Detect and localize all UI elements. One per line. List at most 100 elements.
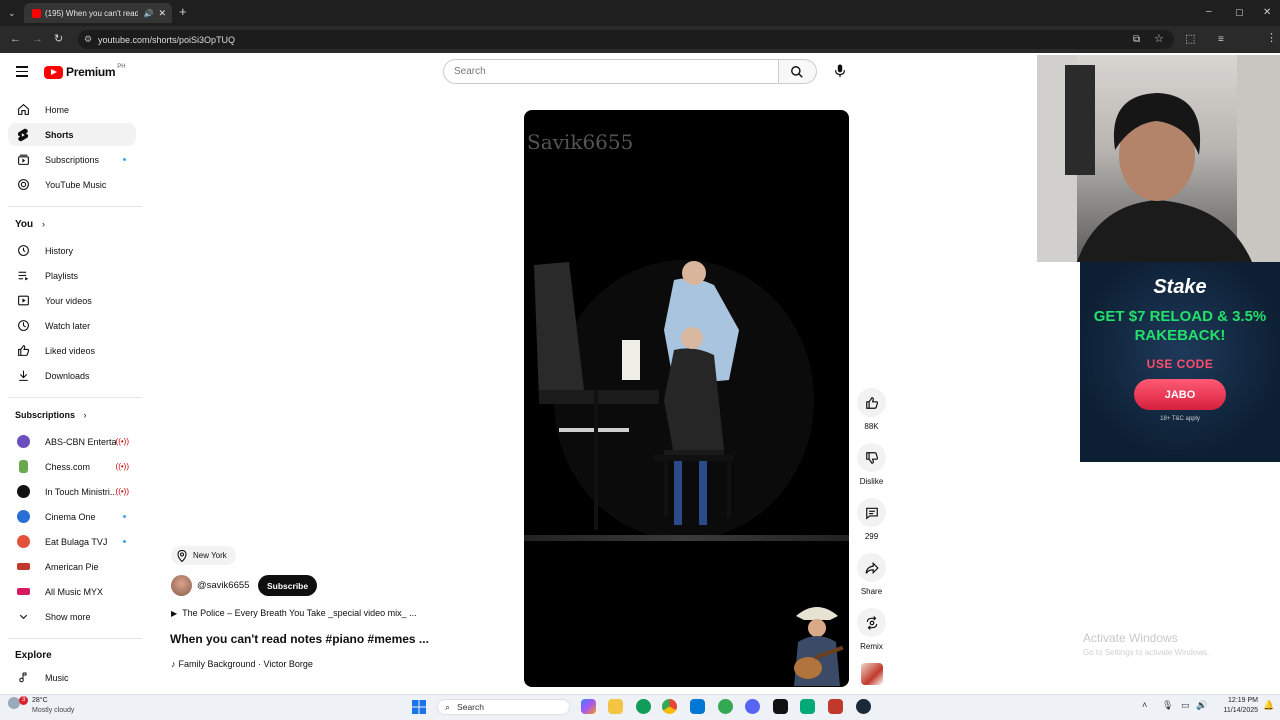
location-label: New York	[193, 551, 227, 560]
share-button[interactable]	[857, 553, 886, 582]
app-icon[interactable]	[800, 699, 815, 714]
extensions-icon[interactable]: ⬚	[1185, 34, 1195, 45]
clock-date[interactable]: 11/14/2025	[1212, 707, 1258, 714]
music-track-link[interactable]: ▶ The Police – Every Breath You Take _spe…	[171, 608, 417, 618]
close-tab-icon[interactable]: ✕	[158, 8, 166, 19]
sidebar-item-playlists[interactable]: Playlists	[8, 264, 136, 287]
bookmark-star-icon[interactable]: ☆	[1154, 34, 1164, 45]
remix-label: Remix	[860, 642, 883, 651]
sidebar-item-label: Home	[45, 104, 70, 115]
download-icon	[15, 369, 31, 382]
comments-action[interactable]: 299	[857, 498, 886, 541]
more-menu-icon[interactable]: ⋮	[1266, 33, 1277, 44]
hamburger-menu-icon[interactable]	[16, 66, 28, 80]
you-section-heading[interactable]: You ›	[15, 219, 45, 230]
volume-icon[interactable]: 🔊	[1196, 700, 1207, 711]
chrome-alt-icon[interactable]	[718, 699, 733, 714]
sidebar-item-music[interactable]: Music	[8, 666, 136, 689]
tab-search-icon[interactable]: ⌄	[8, 8, 16, 19]
channel-avatar	[16, 485, 30, 498]
taskbar-search-box[interactable]: ⌕ Search	[437, 699, 570, 715]
short-title[interactable]: When you can't read notes #piano #memes …	[170, 632, 429, 646]
video-overlay-cowboy-guitarist	[794, 607, 844, 686]
ad-code-button[interactable]: JABO	[1134, 379, 1226, 410]
dota-icon[interactable]	[828, 699, 843, 714]
close-window-icon[interactable]: ✕	[1263, 7, 1271, 18]
sidebar-subscription-item[interactable]: All Music MYX	[8, 580, 136, 603]
sidebar-item-shorts[interactable]: Shorts	[8, 123, 136, 146]
microphone-tray-icon[interactable]: 🎙	[1162, 700, 1173, 711]
forward-icon[interactable]: →	[32, 34, 43, 45]
search-icon: ⌕	[445, 701, 451, 712]
calculator-icon[interactable]	[690, 699, 705, 714]
new-content-dot	[123, 515, 126, 518]
search-input[interactable]: Search	[443, 59, 779, 84]
location-chip[interactable]: New York	[171, 546, 236, 565]
clock-time[interactable]: 12:19 PM	[1212, 697, 1258, 704]
youtube-premium-logo[interactable]: Premium PH	[44, 64, 126, 79]
chrome-profile-icon[interactable]	[662, 699, 677, 714]
channel-handle[interactable]: @savik6655	[197, 580, 249, 591]
sidebar-item-liked-videos[interactable]: Liked videos	[8, 339, 136, 362]
subscribe-button[interactable]: Subscribe	[258, 575, 318, 596]
stake-ad-banner[interactable]: Stake GET $7 RELOAD & 3.5% RAKEBACK! USE…	[1080, 262, 1280, 462]
sidebar-subscription-item[interactable]: American Pie	[8, 555, 136, 578]
sidebar-item-history[interactable]: History	[8, 239, 136, 262]
remix-action[interactable]: Remix	[857, 608, 886, 651]
share-action[interactable]: Share	[857, 553, 886, 596]
comments-button[interactable]	[857, 498, 886, 527]
like-action[interactable]: 88K	[857, 388, 886, 431]
chevron-right-icon: ›	[83, 410, 87, 420]
sidebar-subscription-item[interactable]: Eat Bulaga TVJ	[8, 530, 136, 553]
file-explorer-icon[interactable]	[608, 699, 623, 714]
speaker-icon[interactable]: 🔊	[143, 9, 153, 18]
show-more-button[interactable]: Show more	[8, 605, 136, 628]
new-tab-icon[interactable]: +	[179, 5, 187, 18]
remix-button[interactable]	[857, 608, 886, 637]
sidebar-subscription-item[interactable]: In Touch Ministri... ((•))	[8, 480, 136, 503]
sidebar-item-downloads[interactable]: Downloads	[8, 364, 136, 387]
browser-tab[interactable]: (195) When you can't read 🔊 ✕	[24, 3, 172, 23]
chevron-up-icon[interactable]: ˄	[1142, 700, 1147, 710]
sidebar-item-home[interactable]: Home	[8, 98, 136, 121]
install-app-icon[interactable]: ⧉	[1133, 34, 1140, 45]
url-field[interactable]: ⚙ youtube.com/shorts/poiSi3OpTUQ	[78, 30, 1174, 49]
share-label: Share	[860, 587, 883, 596]
site-info-icon[interactable]: ⚙	[84, 34, 92, 45]
steam-icon[interactable]	[856, 699, 871, 714]
discord-icon[interactable]	[745, 699, 760, 714]
search-button[interactable]	[779, 59, 817, 84]
sidebar-item-your-videos[interactable]: Your videos	[8, 289, 136, 312]
sound-link[interactable]: ♪ Family Background · Victor Borge	[171, 659, 313, 669]
short-video-player[interactable]: Savik6655	[524, 110, 849, 687]
subscriptions-section-heading[interactable]: Subscriptions ›	[15, 410, 87, 420]
copilot-icon[interactable]	[581, 699, 596, 714]
sidebar-subscription-item[interactable]: Cinema One	[8, 505, 136, 528]
sidebar-item-watch-later[interactable]: Watch later	[8, 314, 136, 337]
chrome-icon[interactable]	[636, 699, 651, 714]
channel-avatar	[16, 435, 30, 448]
youtube-music-icon	[15, 178, 31, 191]
voice-search-button[interactable]	[830, 61, 851, 82]
dislike-action[interactable]: Dislike	[857, 443, 886, 486]
like-button[interactable]	[857, 388, 886, 417]
network-icon[interactable]: ▭	[1181, 700, 1190, 711]
sidebar-subscription-item[interactable]: Chess.com ((•))	[8, 455, 136, 478]
restore-icon[interactable]: ▢	[1235, 7, 1244, 18]
sidebar-subscription-item[interactable]: ABS-CBN Enterta... ((•))	[8, 430, 136, 453]
youtube-logo-icon	[44, 65, 63, 79]
terminal-icon[interactable]	[773, 699, 788, 714]
back-icon[interactable]: ←	[10, 34, 21, 45]
minimize-icon[interactable]: –	[1206, 6, 1212, 17]
sidebar-item-subscriptions[interactable]: Subscriptions	[8, 148, 136, 171]
dislike-button[interactable]	[857, 443, 886, 472]
media-control-icon[interactable]: ≡	[1218, 34, 1224, 45]
like-count: 88K	[864, 422, 879, 431]
audio-source-thumbnail[interactable]	[861, 663, 883, 685]
sidebar-item-youtube-music[interactable]: YouTube Music	[8, 173, 136, 196]
notifications-icon[interactable]: 🔔	[1263, 700, 1274, 711]
channel-avatar[interactable]	[171, 575, 192, 596]
reload-icon[interactable]: ↻	[54, 34, 63, 45]
windows-start-icon[interactable]	[412, 700, 426, 714]
weather-temp[interactable]: 28°C	[32, 697, 48, 704]
